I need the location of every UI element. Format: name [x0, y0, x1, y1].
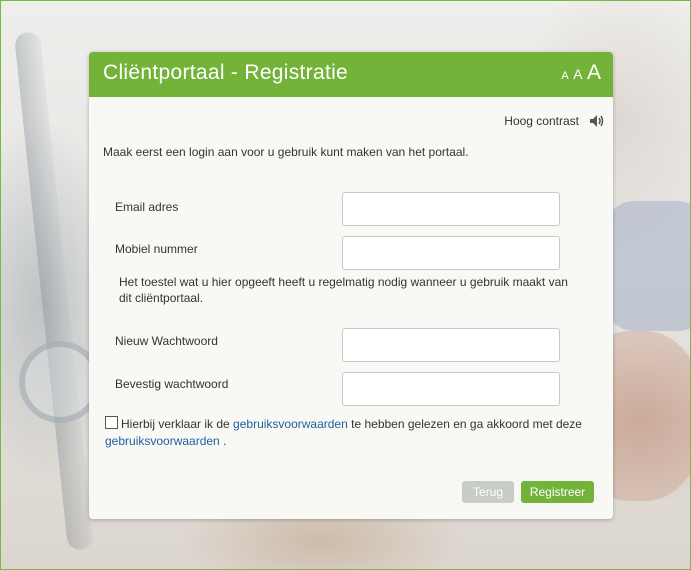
- font-size-medium-button[interactable]: A: [573, 66, 582, 82]
- back-button[interactable]: Terug: [462, 481, 514, 503]
- terms-checkbox[interactable]: [105, 416, 118, 429]
- page-title: Cliëntportaal - Registratie: [103, 61, 349, 84]
- background-stethoscope-tube: [13, 31, 95, 551]
- mobile-hint: Het toestel wat u hier opgeeft heeft u r…: [119, 275, 568, 305]
- terms-text-middle: te hebben gelezen en ga akkoord met deze: [351, 417, 582, 431]
- terms-text-after: .: [223, 434, 227, 448]
- page-background: Cliëntportaal - Registratie A A A Hoog c…: [0, 0, 691, 570]
- card-header: Cliëntportaal - Registratie A A A: [89, 52, 613, 97]
- registration-card: Cliëntportaal - Registratie A A A Hoog c…: [89, 52, 613, 519]
- high-contrast-link[interactable]: Hoog contrast: [504, 114, 579, 128]
- email-label: Email adres: [115, 200, 179, 214]
- confirm-password-field[interactable]: [342, 372, 560, 406]
- speaker-icon[interactable]: [589, 114, 605, 128]
- mobile-field[interactable]: [342, 236, 560, 270]
- terms-link-2[interactable]: gebruiksvoorwaarden: [105, 434, 220, 448]
- new-password-field[interactable]: [342, 328, 560, 362]
- mobile-label: Mobiel nummer: [115, 242, 198, 256]
- accessibility-bar: Hoog contrast: [504, 114, 605, 128]
- register-button[interactable]: Registreer: [521, 481, 594, 503]
- terms-link[interactable]: gebruiksvoorwaarden: [233, 417, 348, 431]
- terms-text-before: Hierbij verklaar ik de: [121, 417, 230, 431]
- terms-agreement: Hierbij verklaar ik de gebruiksvoorwaard…: [105, 416, 595, 450]
- new-password-label: Nieuw Wachtwoord: [115, 334, 218, 348]
- font-size-selector: A A A: [561, 61, 601, 85]
- confirm-password-label: Bevestig wachtwoord: [115, 377, 229, 391]
- font-size-large-button[interactable]: A: [587, 61, 601, 84]
- email-field[interactable]: [342, 192, 560, 226]
- background-sleeve: [601, 201, 690, 331]
- font-size-small-button[interactable]: A: [561, 70, 568, 82]
- intro-text: Maak eerst een login aan voor u gebruik …: [103, 145, 469, 159]
